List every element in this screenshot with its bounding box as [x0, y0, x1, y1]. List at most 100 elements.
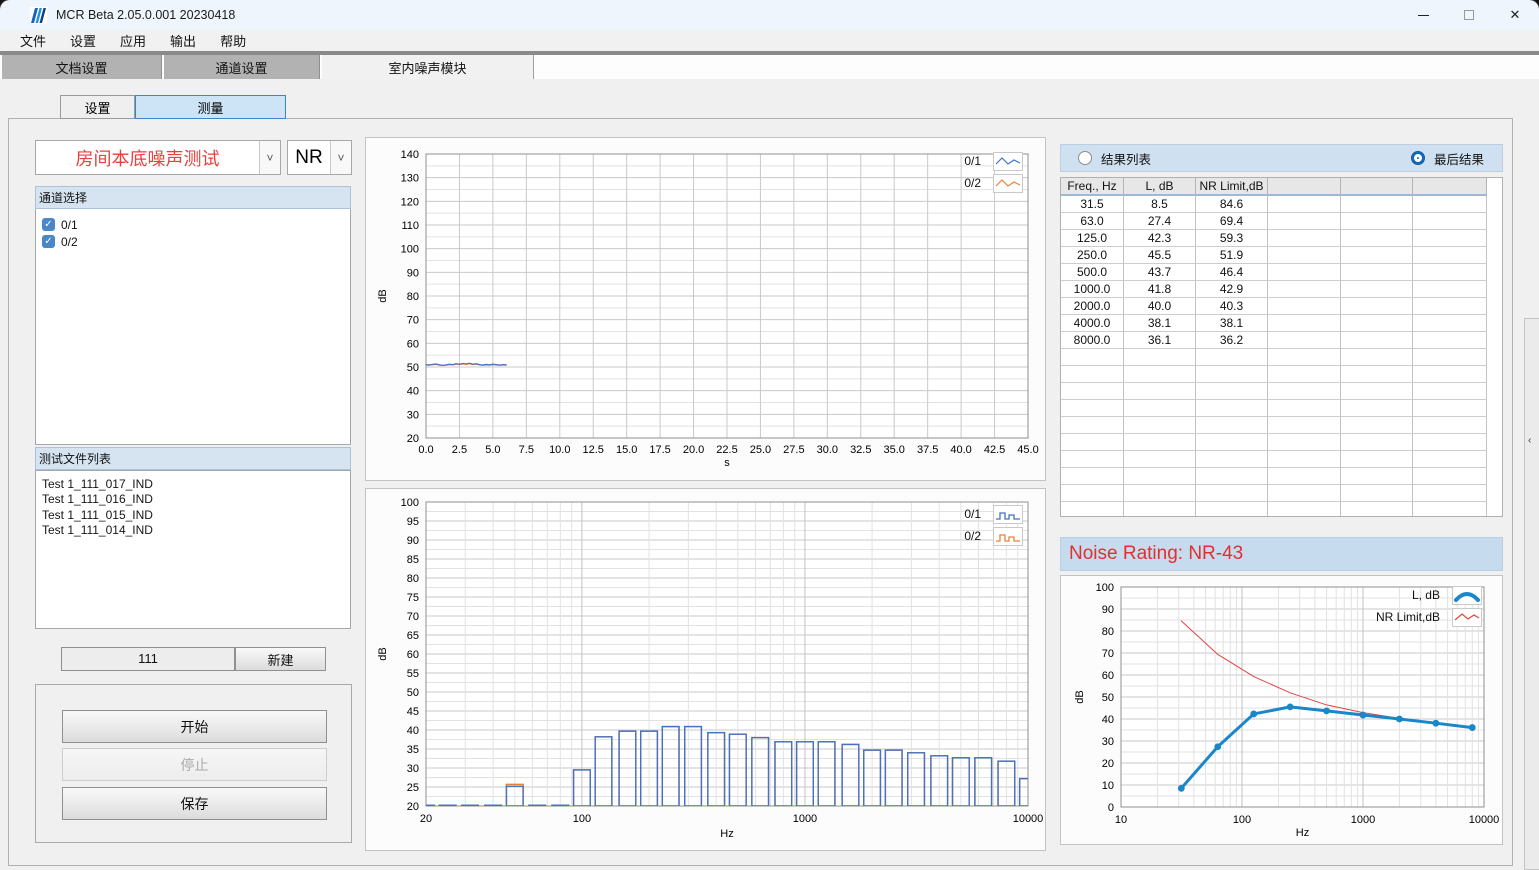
table-cell	[1061, 349, 1124, 366]
table-cell	[1061, 451, 1124, 468]
table-row	[1061, 383, 1502, 400]
table-cell: 43.7	[1124, 264, 1196, 281]
table-cell	[1268, 196, 1341, 213]
table-cell: 36.2	[1196, 332, 1268, 349]
collapse-splitter[interactable]: ‹	[1524, 318, 1539, 870]
chevron-down-icon: ˅	[330, 141, 351, 174]
svg-text:10000: 10000	[1013, 813, 1044, 825]
results-table: Freq., HzL, dBNR Limit,dB31.58.584.663.0…	[1060, 177, 1503, 517]
svg-text:17.5: 17.5	[649, 444, 670, 456]
svg-text:100: 100	[1233, 814, 1251, 826]
legend-entry: 0/2	[964, 526, 1023, 546]
table-cell	[1413, 247, 1487, 264]
table-cell	[1124, 451, 1196, 468]
svg-text:42.5: 42.5	[984, 444, 1005, 456]
table-cell	[1413, 502, 1487, 517]
radio-result-list[interactable]: 结果列表	[1078, 145, 1151, 171]
file-list-item[interactable]: Test 1_111_014_IND	[42, 523, 350, 538]
maximize-button[interactable]	[1446, 0, 1492, 30]
checkbox-icon[interactable]: ✓	[42, 218, 55, 231]
svg-text:Hz: Hz	[1296, 827, 1309, 839]
table-cell	[1268, 247, 1341, 264]
table-cell	[1061, 468, 1124, 485]
table-cell	[1124, 434, 1196, 451]
table-cell	[1341, 349, 1413, 366]
svg-text:32.5: 32.5	[850, 444, 871, 456]
file-list-item[interactable]: Test 1_111_017_IND	[42, 477, 350, 492]
table-cell	[1196, 502, 1268, 517]
table-header-cell	[1341, 178, 1413, 196]
menu-item-设置[interactable]: 设置	[58, 30, 108, 51]
tab-document-settings[interactable]: 文档设置	[2, 55, 162, 79]
table-cell	[1124, 417, 1196, 434]
svg-text:120: 120	[401, 196, 419, 208]
spectrum-chart: 2025303540455055606570758085909510020100…	[366, 489, 1045, 857]
table-cell	[1413, 400, 1487, 417]
table-cell	[1196, 349, 1268, 366]
svg-text:110: 110	[401, 220, 419, 232]
table-cell	[1341, 400, 1413, 417]
table-cell	[1124, 468, 1196, 485]
table-cell	[1341, 434, 1413, 451]
tab-room-noise-module[interactable]: 室内噪声模块	[322, 55, 534, 79]
start-button[interactable]: 开始	[62, 710, 327, 743]
table-cell	[1196, 485, 1268, 502]
tab-channel-settings[interactable]: 通道设置	[164, 55, 320, 79]
channel-row[interactable]: ✓ 0/1	[36, 216, 350, 233]
radio-last-result[interactable]: 最后结果	[1411, 145, 1484, 171]
subtab-settings[interactable]: 设置	[60, 95, 135, 119]
file-name-input[interactable]: 111	[61, 647, 235, 671]
menu-item-帮助[interactable]: 帮助	[208, 30, 258, 51]
table-cell	[1413, 230, 1487, 247]
legend-entry: 0/2	[964, 173, 1023, 193]
minimize-button[interactable]	[1400, 0, 1446, 30]
time-chart-legend: 0/10/2	[964, 151, 1023, 193]
table-cell	[1124, 485, 1196, 502]
table-header-cell	[1268, 178, 1341, 196]
menu-item-输出[interactable]: 输出	[158, 30, 208, 51]
save-button[interactable]: 保存	[62, 787, 327, 820]
svg-text:60: 60	[407, 338, 419, 350]
table-cell: 51.9	[1196, 247, 1268, 264]
svg-text:30: 30	[1102, 736, 1114, 748]
svg-text:12.5: 12.5	[583, 444, 604, 456]
svg-text:dB: dB	[377, 289, 389, 302]
table-row	[1061, 468, 1502, 485]
radio-icon[interactable]	[1078, 151, 1092, 165]
legend-zigzag-icon	[1452, 608, 1482, 627]
test-type-combobox[interactable]: 房间本底噪声测试 ˅	[35, 140, 281, 175]
svg-text:100: 100	[401, 497, 419, 509]
new-button[interactable]: 新建	[235, 647, 326, 671]
svg-text:20: 20	[420, 813, 432, 825]
radio-icon[interactable]	[1411, 151, 1425, 165]
legend-arc-icon	[1452, 586, 1482, 605]
channel-row[interactable]: ✓0/2	[36, 233, 350, 250]
file-list-item[interactable]: Test 1_111_016_IND	[42, 492, 350, 507]
time-history-chart: 20304050607080901001101201301400.02.55.0…	[366, 138, 1045, 487]
app-window: MCR Beta 2.05.0.001 20230418 ✕ 文件设置应用输出帮…	[0, 0, 1539, 870]
checkbox-icon[interactable]: ✓	[42, 235, 55, 248]
close-button[interactable]: ✕	[1492, 0, 1538, 30]
svg-text:40: 40	[407, 725, 419, 737]
svg-text:100: 100	[401, 244, 419, 256]
table-cell	[1268, 468, 1341, 485]
stop-button: 停止	[62, 748, 327, 781]
svg-text:20: 20	[407, 433, 419, 445]
table-cell	[1061, 400, 1124, 417]
table-cell	[1268, 264, 1341, 281]
table-row: 125.042.359.3	[1061, 230, 1502, 247]
table-cell: 46.4	[1196, 264, 1268, 281]
file-list-item[interactable]: Test 1_111_015_IND	[42, 508, 350, 523]
rating-type-combobox[interactable]: NR ˅	[287, 140, 352, 175]
channel-label: 0/1	[61, 218, 78, 232]
table-cell	[1341, 468, 1413, 485]
subtab-measure[interactable]: 测量	[135, 95, 286, 119]
table-cell	[1341, 485, 1413, 502]
table-cell: 42.9	[1196, 281, 1268, 298]
svg-text:140: 140	[401, 149, 419, 161]
table-cell: 38.1	[1124, 315, 1196, 332]
table-cell: 59.3	[1196, 230, 1268, 247]
menu-item-应用[interactable]: 应用	[108, 30, 158, 51]
table-cell	[1061, 366, 1124, 383]
menu-item-文件[interactable]: 文件	[8, 30, 58, 51]
